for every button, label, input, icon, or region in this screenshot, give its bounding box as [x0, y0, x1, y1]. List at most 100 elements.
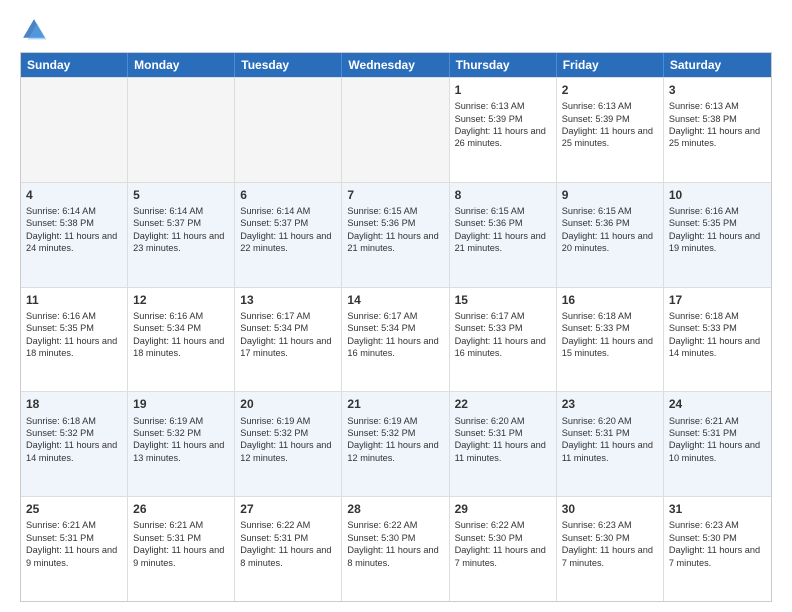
calendar-cell: 4 Sunrise: 6:14 AM Sunset: 5:38 PM Daylig… — [21, 183, 128, 287]
calendar-cell: 3 Sunrise: 6:13 AM Sunset: 5:38 PM Daylig… — [664, 78, 771, 182]
cell-info: Sunrise: 6:21 AM Sunset: 5:31 PM Dayligh… — [669, 415, 766, 465]
calendar-row-0: 1 Sunrise: 6:13 AM Sunset: 5:39 PM Daylig… — [21, 77, 771, 182]
calendar-cell: 25 Sunrise: 6:21 AM Sunset: 5:31 PM Dayli… — [21, 497, 128, 601]
day-number: 4 — [26, 187, 122, 203]
cell-info: Sunrise: 6:13 AM Sunset: 5:39 PM Dayligh… — [562, 100, 658, 150]
calendar-cell: 13 Sunrise: 6:17 AM Sunset: 5:34 PM Dayli… — [235, 288, 342, 392]
cell-info: Sunrise: 6:22 AM Sunset: 5:30 PM Dayligh… — [347, 519, 443, 569]
day-number: 2 — [562, 82, 658, 98]
calendar-cell: 7 Sunrise: 6:15 AM Sunset: 5:36 PM Daylig… — [342, 183, 449, 287]
day-number: 3 — [669, 82, 766, 98]
day-number: 12 — [133, 292, 229, 308]
cell-info: Sunrise: 6:21 AM Sunset: 5:31 PM Dayligh… — [133, 519, 229, 569]
day-number: 20 — [240, 396, 336, 412]
calendar-cell: 19Sunrise: 6:19 AM Sunset: 5:32 PM Dayli… — [128, 392, 235, 496]
header-day-wednesday: Wednesday — [342, 53, 449, 77]
calendar-cell: 12Sunrise: 6:16 AM Sunset: 5:34 PM Dayli… — [128, 288, 235, 392]
cell-info: Sunrise: 6:15 AM Sunset: 5:36 PM Dayligh… — [347, 205, 443, 255]
cell-info: Sunrise: 6:20 AM Sunset: 5:31 PM Dayligh… — [562, 415, 658, 465]
calendar-cell: 8 Sunrise: 6:15 AM Sunset: 5:36 PM Daylig… — [450, 183, 557, 287]
cell-info: Sunrise: 6:14 AM Sunset: 5:38 PM Dayligh… — [26, 205, 122, 255]
cell-info: Sunrise: 6:19 AM Sunset: 5:32 PM Dayligh… — [133, 415, 229, 465]
cell-info: Sunrise: 6:19 AM Sunset: 5:32 PM Dayligh… — [347, 415, 443, 465]
calendar-cell: 11 Sunrise: 6:16 AM Sunset: 5:35 PM Dayli… — [21, 288, 128, 392]
calendar-cell — [21, 78, 128, 182]
day-number: 18 — [26, 396, 122, 412]
header — [20, 16, 772, 44]
day-number: 9 — [562, 187, 658, 203]
calendar-cell: 14 Sunrise: 6:17 AM Sunset: 5:34 PM Dayli… — [342, 288, 449, 392]
header-day-tuesday: Tuesday — [235, 53, 342, 77]
day-number: 17 — [669, 292, 766, 308]
day-number: 25 — [26, 501, 122, 517]
cell-info: Sunrise: 6:15 AM Sunset: 5:36 PM Dayligh… — [562, 205, 658, 255]
calendar-cell: 5 Sunrise: 6:14 AM Sunset: 5:37 PM Daylig… — [128, 183, 235, 287]
cell-info: Sunrise: 6:13 AM Sunset: 5:39 PM Dayligh… — [455, 100, 551, 150]
calendar-cell: 2 Sunrise: 6:13 AM Sunset: 5:39 PM Daylig… — [557, 78, 664, 182]
cell-info: Sunrise: 6:17 AM Sunset: 5:33 PM Dayligh… — [455, 310, 551, 360]
day-number: 29 — [455, 501, 551, 517]
day-number: 7 — [347, 187, 443, 203]
cell-info: Sunrise: 6:16 AM Sunset: 5:35 PM Dayligh… — [26, 310, 122, 360]
day-number: 11 — [26, 292, 122, 308]
header-day-thursday: Thursday — [450, 53, 557, 77]
cell-info: Sunrise: 6:20 AM Sunset: 5:31 PM Dayligh… — [455, 415, 551, 465]
cell-info: Sunrise: 6:14 AM Sunset: 5:37 PM Dayligh… — [133, 205, 229, 255]
calendar-cell: 9 Sunrise: 6:15 AM Sunset: 5:36 PM Daylig… — [557, 183, 664, 287]
calendar-body: 1 Sunrise: 6:13 AM Sunset: 5:39 PM Daylig… — [21, 77, 771, 601]
calendar-row-3: 18 Sunrise: 6:18 AM Sunset: 5:32 PM Dayli… — [21, 391, 771, 496]
header-day-monday: Monday — [128, 53, 235, 77]
cell-info: Sunrise: 6:14 AM Sunset: 5:37 PM Dayligh… — [240, 205, 336, 255]
cell-info: Sunrise: 6:18 AM Sunset: 5:33 PM Dayligh… — [669, 310, 766, 360]
day-number: 31 — [669, 501, 766, 517]
day-number: 13 — [240, 292, 336, 308]
calendar-cell: 16 Sunrise: 6:18 AM Sunset: 5:33 PM Dayli… — [557, 288, 664, 392]
day-number: 1 — [455, 82, 551, 98]
cell-info: Sunrise: 6:23 AM Sunset: 5:30 PM Dayligh… — [669, 519, 766, 569]
calendar-cell: 30 Sunrise: 6:23 AM Sunset: 5:30 PM Dayli… — [557, 497, 664, 601]
calendar-cell: 6 Sunrise: 6:14 AM Sunset: 5:37 PM Daylig… — [235, 183, 342, 287]
cell-info: Sunrise: 6:16 AM Sunset: 5:35 PM Dayligh… — [669, 205, 766, 255]
calendar-cell: 28Sunrise: 6:22 AM Sunset: 5:30 PM Dayli… — [342, 497, 449, 601]
cell-info: Sunrise: 6:15 AM Sunset: 5:36 PM Dayligh… — [455, 205, 551, 255]
cell-info: Sunrise: 6:19 AM Sunset: 5:32 PM Dayligh… — [240, 415, 336, 465]
cell-info: Sunrise: 6:13 AM Sunset: 5:38 PM Dayligh… — [669, 100, 766, 150]
day-number: 24 — [669, 396, 766, 412]
calendar-cell: 17 Sunrise: 6:18 AM Sunset: 5:33 PM Dayli… — [664, 288, 771, 392]
day-number: 27 — [240, 501, 336, 517]
day-number: 14 — [347, 292, 443, 308]
day-number: 10 — [669, 187, 766, 203]
cell-info: Sunrise: 6:17 AM Sunset: 5:34 PM Dayligh… — [347, 310, 443, 360]
calendar-cell — [128, 78, 235, 182]
header-day-sunday: Sunday — [21, 53, 128, 77]
header-day-friday: Friday — [557, 53, 664, 77]
day-number: 15 — [455, 292, 551, 308]
calendar: SundayMondayTuesdayWednesdayThursdayFrid… — [20, 52, 772, 602]
cell-info: Sunrise: 6:22 AM Sunset: 5:31 PM Dayligh… — [240, 519, 336, 569]
calendar-row-2: 11 Sunrise: 6:16 AM Sunset: 5:35 PM Dayli… — [21, 287, 771, 392]
cell-info: Sunrise: 6:22 AM Sunset: 5:30 PM Dayligh… — [455, 519, 551, 569]
page: SundayMondayTuesdayWednesdayThursdayFrid… — [0, 0, 792, 612]
cell-info: Sunrise: 6:21 AM Sunset: 5:31 PM Dayligh… — [26, 519, 122, 569]
calendar-cell — [235, 78, 342, 182]
logo-icon — [20, 16, 48, 44]
cell-info: Sunrise: 6:18 AM Sunset: 5:32 PM Dayligh… — [26, 415, 122, 465]
day-number: 30 — [562, 501, 658, 517]
day-number: 8 — [455, 187, 551, 203]
day-number: 23 — [562, 396, 658, 412]
day-number: 6 — [240, 187, 336, 203]
calendar-header: SundayMondayTuesdayWednesdayThursdayFrid… — [21, 53, 771, 77]
calendar-cell: 23 Sunrise: 6:20 AM Sunset: 5:31 PM Dayli… — [557, 392, 664, 496]
cell-info: Sunrise: 6:17 AM Sunset: 5:34 PM Dayligh… — [240, 310, 336, 360]
calendar-cell: 20 Sunrise: 6:19 AM Sunset: 5:32 PM Dayli… — [235, 392, 342, 496]
day-number: 5 — [133, 187, 229, 203]
logo — [20, 16, 52, 44]
calendar-cell — [342, 78, 449, 182]
calendar-row-1: 4 Sunrise: 6:14 AM Sunset: 5:38 PM Daylig… — [21, 182, 771, 287]
day-number: 26 — [133, 501, 229, 517]
day-number: 16 — [562, 292, 658, 308]
calendar-cell: 26 Sunrise: 6:21 AM Sunset: 5:31 PM Dayli… — [128, 497, 235, 601]
calendar-cell: 29 Sunrise: 6:22 AM Sunset: 5:30 PM Dayli… — [450, 497, 557, 601]
cell-info: Sunrise: 6:18 AM Sunset: 5:33 PM Dayligh… — [562, 310, 658, 360]
cell-info: Sunrise: 6:23 AM Sunset: 5:30 PM Dayligh… — [562, 519, 658, 569]
